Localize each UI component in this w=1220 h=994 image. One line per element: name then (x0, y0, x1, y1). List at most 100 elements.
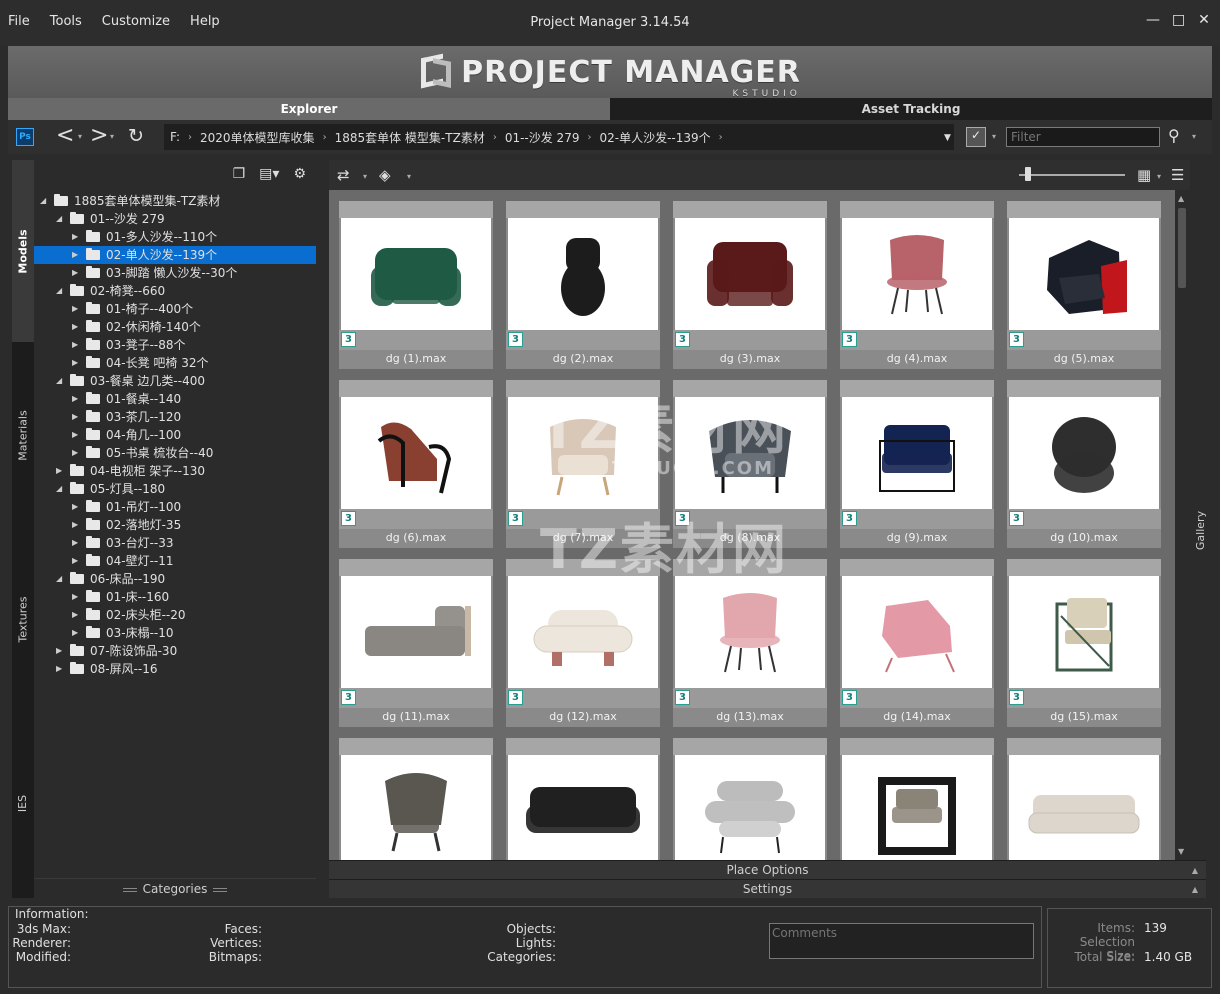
thumbnail-card[interactable] (840, 738, 994, 860)
collapsed-arrow-icon[interactable]: ▶ (72, 390, 78, 408)
collapsed-arrow-icon[interactable]: ▶ (72, 426, 78, 444)
search-dropdown-icon[interactable]: ▾ (1192, 132, 1196, 141)
new-window-icon[interactable]: ❐ (233, 166, 246, 182)
collapsed-arrow-icon[interactable]: ▶ (72, 264, 78, 282)
thumbnail-image[interactable] (842, 755, 992, 860)
tree-node[interactable]: ▶ 08-屏风--16 (34, 660, 316, 678)
minimize-icon[interactable]: — (1146, 12, 1160, 28)
tree-node[interactable]: ◢ 03-餐桌 边几类--400 (34, 372, 316, 390)
photoshop-icon[interactable]: Ps (16, 128, 34, 146)
collapsed-arrow-icon[interactable]: ▶ (72, 300, 78, 318)
tree-node[interactable]: ◢ 05-灯具--180 (34, 480, 316, 498)
expanded-arrow-icon[interactable]: ◢ (56, 210, 62, 228)
thumbnail-size-slider[interactable] (1019, 174, 1125, 176)
thumbnail-card[interactable]: 3 dg (4).max (840, 201, 994, 369)
thumbnail-image[interactable] (341, 397, 491, 509)
tab-explorer[interactable]: Explorer (8, 98, 610, 120)
collapsed-arrow-icon[interactable]: ▶ (72, 336, 78, 354)
tree-node[interactable]: ▶ 07-陈设饰品-30 (34, 642, 316, 660)
thumbnail-card[interactable]: 3 dg (10).max (1007, 380, 1161, 548)
refresh-icon[interactable]: ↻ (128, 125, 144, 147)
tree-node[interactable]: ▶ 04-角几--100 (34, 426, 316, 444)
grid-view-icon[interactable]: ▦ (1137, 166, 1151, 184)
thumbnail-image[interactable] (842, 576, 992, 688)
thumbnail-card[interactable] (1007, 738, 1161, 860)
settings-bar[interactable]: Settings ▲ (329, 879, 1206, 898)
collapsed-arrow-icon[interactable]: ▶ (72, 534, 78, 552)
thumbnail-image[interactable] (1009, 218, 1159, 330)
thumbnail-card[interactable]: 3 dg (12).max (506, 559, 660, 727)
thumbnail-image[interactable] (1009, 755, 1159, 860)
tree-node[interactable]: ▶ 04-长凳 吧椅 32个 (34, 354, 316, 372)
tree-node[interactable]: ▶ 01-多人沙发--110个 (34, 228, 316, 246)
tab-materials[interactable]: Materials (12, 344, 34, 526)
tree-node[interactable]: ▶ 02-单人沙发--139个 (34, 246, 316, 264)
collapsed-arrow-icon[interactable]: ▶ (72, 228, 78, 246)
breadcrumb-segment[interactable]: 01--沙发 279 (505, 129, 580, 146)
scroll-up-icon[interactable]: ▲ (1178, 194, 1184, 203)
tab-models[interactable]: Models (12, 160, 34, 342)
tree-node[interactable]: ▶ 01-餐桌--140 (34, 390, 316, 408)
collapsed-arrow-icon[interactable]: ▶ (56, 660, 62, 678)
expanded-arrow-icon[interactable]: ◢ (56, 282, 62, 300)
breadcrumb-segment[interactable]: 2020单体模型库收集 (200, 129, 315, 146)
thumbnail-image[interactable] (508, 397, 658, 509)
tree-node[interactable]: ▶ 02-落地灯-35 (34, 516, 316, 534)
thumbnail-card[interactable]: 3 dg (8).max (673, 380, 827, 548)
tree-node[interactable]: ◢ 01--沙发 279 (34, 210, 316, 228)
collapsed-arrow-icon[interactable]: ▶ (72, 318, 78, 336)
tree-node[interactable]: ▶ 01-椅子--400个 (34, 300, 316, 318)
tree-node[interactable]: ▶ 02-床头柜--20 (34, 606, 316, 624)
tab-textures[interactable]: Textures (12, 528, 34, 710)
tree-node[interactable]: ◢ 02-椅凳--660 (34, 282, 316, 300)
tree-node[interactable]: ▶ 01-吊灯--100 (34, 498, 316, 516)
tree-node[interactable]: ▶ 03-凳子--88个 (34, 336, 316, 354)
tree-node[interactable]: ▶ 02-休闲椅-140个 (34, 318, 316, 336)
place-options-bar[interactable]: Place Options ▲ (329, 860, 1206, 879)
maximize-icon[interactable]: □ (1172, 12, 1185, 28)
sync-dropdown-icon[interactable]: ▾ (363, 172, 367, 181)
thumbnail-card[interactable]: 3 dg (7).max (506, 380, 660, 548)
thumbnail-card[interactable] (339, 738, 493, 860)
forward-icon[interactable]: > (90, 123, 108, 148)
expanded-arrow-icon[interactable]: ◢ (40, 192, 46, 210)
tree-node[interactable]: ◢ 06-床品--190 (34, 570, 316, 588)
layout-icon[interactable]: ▤▾ (259, 166, 279, 182)
comments-field[interactable] (769, 923, 1034, 959)
scroll-down-icon[interactable]: ▼ (1178, 847, 1184, 856)
checklist-icon[interactable] (966, 127, 986, 147)
thumbnail-image[interactable] (675, 576, 825, 688)
collapsed-arrow-icon[interactable]: ▶ (72, 588, 78, 606)
sync-icon[interactable]: ⇄ (337, 166, 350, 184)
scrollbar-thumb[interactable] (1178, 208, 1186, 288)
expanded-arrow-icon[interactable]: ◢ (56, 372, 62, 390)
thumbnail-image[interactable] (1009, 576, 1159, 688)
tree-node[interactable]: ▶ 03-床榻--10 (34, 624, 316, 642)
tree-node[interactable]: ▶ 04-电视柜 架子--130 (34, 462, 316, 480)
collapsed-arrow-icon[interactable]: ▶ (72, 246, 78, 264)
thumbnail-card[interactable]: 3 dg (2).max (506, 201, 660, 369)
thumbnail-image[interactable] (842, 218, 992, 330)
tree-node[interactable]: ▶ 03-茶几--120 (34, 408, 316, 426)
thumbnail-card[interactable]: 3 dg (6).max (339, 380, 493, 548)
collapsed-arrow-icon[interactable]: ▶ (72, 606, 78, 624)
thumbnail-card[interactable] (506, 738, 660, 860)
tree-node[interactable]: ▶ 01-床--160 (34, 588, 316, 606)
categories-bar[interactable]: Categories (34, 878, 316, 898)
grid-view-dropdown-icon[interactable]: ▾ (1157, 172, 1161, 181)
close-icon[interactable]: ✕ (1198, 12, 1210, 28)
slider-handle[interactable] (1025, 167, 1031, 181)
tab-gallery[interactable]: Gallery (1190, 500, 1212, 560)
forward-dropdown-icon[interactable]: ▾ (110, 132, 114, 141)
tree-node[interactable]: ▶ 05-书桌 梳妆台--40 (34, 444, 316, 462)
filter-input[interactable] (1006, 127, 1160, 147)
collapsed-arrow-icon[interactable]: ▶ (72, 354, 78, 372)
thumbnail-image[interactable] (508, 576, 658, 688)
collapsed-arrow-icon[interactable]: ▶ (56, 642, 62, 660)
thumbnail-image[interactable] (508, 218, 658, 330)
tab-ies[interactable]: IES (12, 712, 34, 894)
collapsed-arrow-icon[interactable]: ▶ (72, 408, 78, 426)
breadcrumb[interactable]: F: › 2020单体模型库收集 › 1885套单体 模型集-TZ素材 › 01… (164, 124, 954, 150)
expanded-arrow-icon[interactable]: ◢ (56, 480, 62, 498)
tab-asset-tracking[interactable]: Asset Tracking (610, 98, 1212, 120)
